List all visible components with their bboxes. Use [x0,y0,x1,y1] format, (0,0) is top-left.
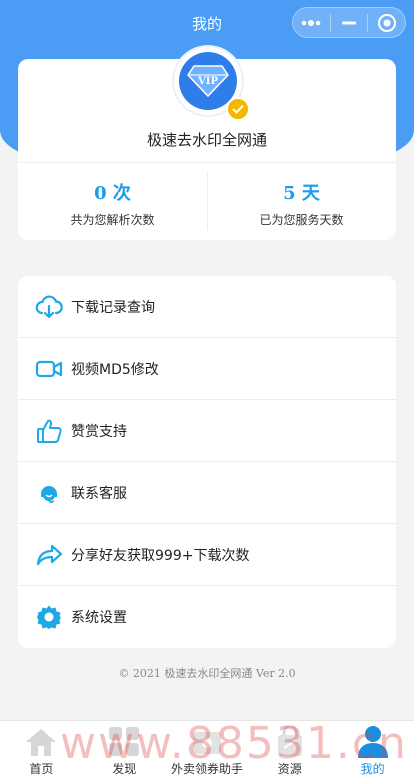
profile-card: VIP 极速去水印全网通 0 次 共为您解析次数 5 天 已为您服务天数 [18,47,396,240]
vip-diamond-icon: VIP [187,65,229,98]
svg-text:VIP: VIP [197,76,218,87]
tab-discover[interactable]: 发现 [83,721,166,780]
discover-grid-icon [104,724,144,760]
more-icon[interactable] [293,8,330,37]
menu-item-customer-service[interactable]: 联系客服 [18,462,396,524]
tab-label: 发现 [112,762,137,776]
menu-item-settings[interactable]: 系统设置 [18,586,396,648]
menu-item-share-friends[interactable]: 分享好友获取999+下载次数 [18,524,396,586]
tab-label: 外卖领券助手 [170,762,243,776]
service-days-label: 已为您服务天数 [259,213,344,227]
home-icon [21,724,61,760]
share-arrow-icon [35,541,63,569]
user-icon [353,724,393,760]
tab-mine[interactable]: 我的 [331,721,414,780]
app-name: 极速去水印全网通 [146,131,267,149]
cloud-download-icon [35,293,63,321]
customer-service-icon [35,479,63,507]
resource-bag-icon [270,724,310,760]
service-days-stat: 5 天 已为您服务天数 [207,179,396,228]
bottom-tab-bar: 首页 发现 外卖领券助手 资源 我的 [0,720,414,780]
close-target-icon[interactable] [368,8,405,37]
parse-count-label: 共为您解析次数 [70,213,155,227]
menu-item-label: 分享好友获取999+下载次数 [71,547,250,564]
mini-program-capsule [292,7,406,38]
coupon-icon [187,724,227,760]
video-camera-icon [35,355,63,383]
tab-label: 首页 [29,762,54,776]
menu-item-label: 系统设置 [71,610,127,626]
minimize-icon[interactable] [331,8,368,37]
copyright-text: © 2021 极速去水印全网通 Ver 2.0 [118,667,296,680]
gear-icon [35,603,63,631]
menu-list: 下载记录查询 视频MD5修改 赞赏支持 联系客服 分享好友获取999+下载次数 … [18,276,396,648]
parse-count-stat: 0 次 共为您解析次数 [18,179,207,228]
thumbs-up-icon [35,417,63,445]
menu-item-label: 下载记录查询 [71,299,155,316]
menu-item-label: 联系客服 [71,485,127,502]
avatar[interactable]: VIP [174,47,250,121]
tab-resources[interactable]: 资源 [248,721,331,780]
tab-coupon-assistant[interactable]: 外卖领券助手 [166,721,249,780]
menu-item-label: 视频MD5修改 [71,361,159,378]
tab-label: 资源 [277,762,302,776]
menu-item-label: 赞赏支持 [71,423,127,440]
tab-label: 我的 [360,762,385,776]
service-days-value: 5 天 [283,183,320,204]
parse-count-value: 0 次 [94,183,131,204]
tab-home[interactable]: 首页 [0,721,83,780]
verified-check-icon [226,97,250,121]
menu-item-tip-support[interactable]: 赞赏支持 [18,400,396,462]
menu-item-video-md5[interactable]: 视频MD5修改 [18,338,396,400]
menu-item-download-history[interactable]: 下载记录查询 [18,276,396,338]
